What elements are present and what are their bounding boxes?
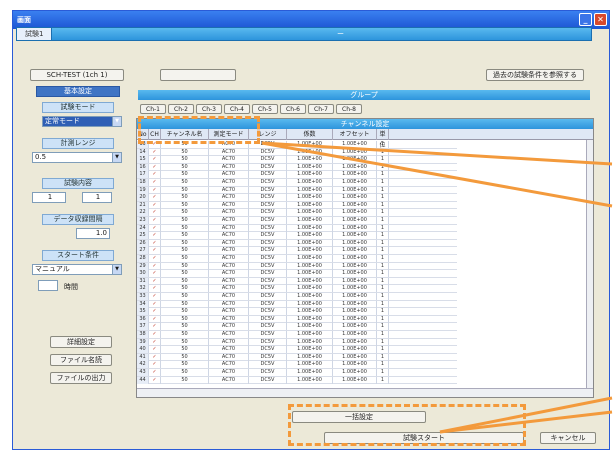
annotation-arrows	[261, 141, 613, 434]
